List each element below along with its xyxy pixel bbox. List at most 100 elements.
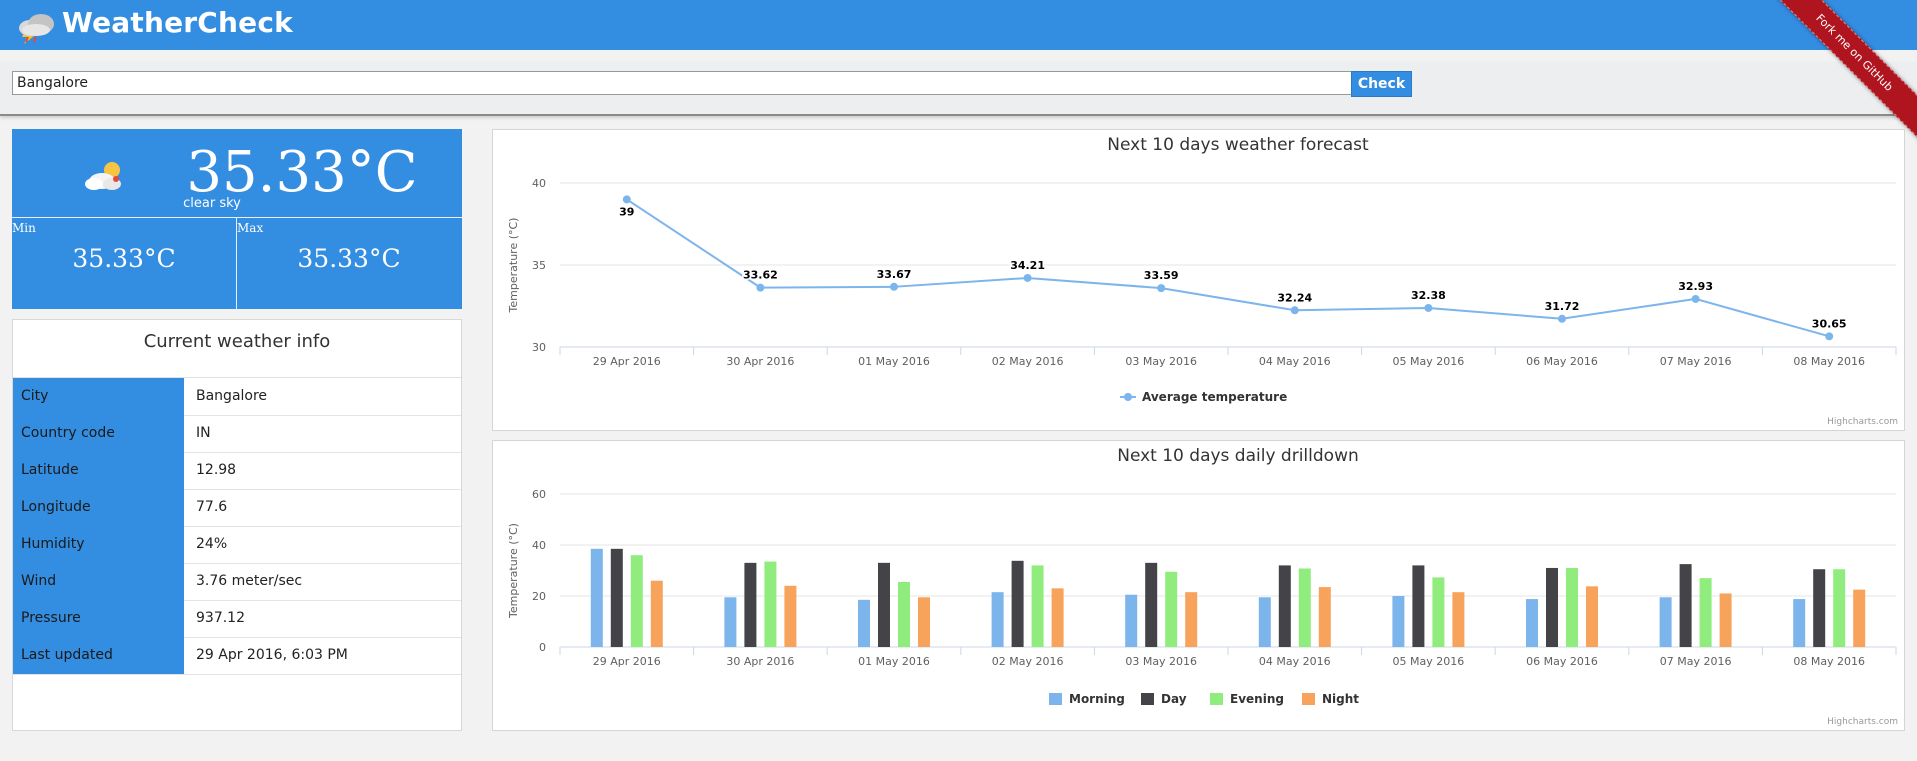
bar-evening — [1298, 568, 1311, 647]
info-row-value: 24% — [196, 536, 228, 552]
legend-item-average-temperature: Average temperature — [1142, 390, 1287, 404]
data-point — [1157, 284, 1166, 293]
bar-day — [744, 562, 757, 647]
legend-symbol-morning — [1049, 693, 1062, 705]
min-temperature: 35.33°C — [72, 244, 176, 273]
info-row-value: 937.12 — [196, 610, 245, 626]
info-row: Wind 3.76 meter/sec — [13, 563, 461, 601]
divider — [12, 217, 462, 218]
data-point — [622, 195, 631, 204]
legend-symbol-day — [1141, 693, 1154, 705]
data-point — [1424, 303, 1433, 312]
legend-symbol-evening — [1210, 693, 1223, 705]
info-row-value: IN — [196, 425, 211, 441]
bar-evening — [630, 555, 643, 647]
bar-morning — [858, 599, 870, 647]
forecast-line-chart: Next 10 days weather forecast 30 35 40 Tempe… — [492, 129, 1905, 431]
data-label: 32.38 — [1411, 289, 1446, 302]
x-tick-label: 07 May 2016 — [1660, 655, 1732, 668]
sun-behind-cloud-icon — [85, 162, 121, 190]
bar-day — [1546, 567, 1558, 647]
bar-evening — [764, 561, 777, 647]
github-ribbon[interactable]: Fork me on GitHub — [1767, 0, 1917, 150]
forecast-line-chart-svg: Next 10 days weather forecast 30 35 40 Tempe… — [507, 135, 1898, 427]
bar-morning — [1392, 596, 1405, 647]
city-search-input[interactable] — [12, 71, 1352, 95]
bar-night — [1185, 592, 1198, 647]
x-tick-label: 03 May 2016 — [1125, 355, 1197, 368]
credits-label: Highcharts.com — [1827, 717, 1898, 727]
min-label: Min — [12, 221, 36, 235]
bar-morning — [590, 548, 603, 647]
data-point — [1023, 273, 1032, 282]
bar-evening — [1833, 569, 1846, 647]
credits-label: Highcharts.com — [1827, 417, 1898, 427]
y-tick-label: 0 — [539, 641, 546, 654]
info-row: Longitude 77.6 — [13, 489, 461, 527]
info-row-key: Wind — [13, 563, 184, 600]
info-row: Last updated 29 Apr 2016, 6:03 PM — [13, 637, 461, 675]
info-row: Country code IN — [13, 415, 461, 453]
x-tick-label: 05 May 2016 — [1393, 355, 1465, 368]
current-weather-summary: 35.33°C clear sky Min 35.33°C Max 35.33°… — [12, 129, 462, 309]
legend-item-night: Night — [1322, 692, 1359, 706]
current-weather-info-panel: Current weather info City Bangalore Countr… — [12, 319, 462, 731]
bar-day — [610, 548, 623, 647]
x-tick-label: 02 May 2016 — [992, 655, 1064, 668]
x-tick-label: 30 Apr 2016 — [726, 655, 794, 668]
app-header: WeatherCheck — [0, 0, 1917, 50]
y-axis-title: Temperature (°C) — [507, 218, 520, 314]
x-tick-label: 06 May 2016 — [1526, 655, 1598, 668]
data-label: 32.24 — [1277, 291, 1312, 304]
legend-item-day: Day — [1161, 692, 1187, 706]
data-point — [756, 283, 765, 292]
bar-morning — [1125, 594, 1138, 647]
series-line-average-temperature — [626, 198, 1830, 338]
bar-morning — [1258, 597, 1271, 647]
y-tick-label: 20 — [532, 590, 546, 603]
info-row: Humidity 24% — [13, 526, 461, 564]
bar-morning — [1526, 599, 1538, 647]
max-temperature: 35.33°C — [297, 244, 401, 273]
bar-day — [1011, 560, 1024, 647]
y-tick-label: 30 — [532, 341, 546, 354]
info-row-value: Bangalore — [196, 388, 268, 404]
info-row-value: 12.98 — [196, 462, 237, 478]
bar-day — [1412, 565, 1425, 647]
app-title: WeatherCheck — [62, 6, 293, 39]
data-point — [890, 282, 898, 291]
data-label: 33.59 — [1144, 269, 1179, 282]
bar-evening — [1432, 577, 1445, 647]
x-tick-label: 29 Apr 2016 — [593, 355, 661, 368]
y-tick-label: 60 — [532, 488, 546, 501]
bar-evening — [898, 581, 910, 647]
bar-night — [1853, 589, 1866, 647]
bar-day — [878, 562, 890, 647]
info-row-key: Country code — [13, 415, 184, 452]
legend-item-evening: Evening — [1230, 692, 1284, 706]
bar-day — [1679, 564, 1692, 647]
data-label: 32.93 — [1678, 280, 1713, 293]
x-tick-label: 01 May 2016 — [858, 355, 930, 368]
data-point — [1290, 306, 1299, 315]
y-tick-label: 40 — [532, 177, 546, 190]
y-tick-label: 40 — [532, 539, 546, 552]
data-label: 33.67 — [877, 268, 912, 281]
info-row-key: Last updated — [13, 637, 184, 674]
check-button[interactable]: Check — [1351, 71, 1412, 97]
legend-symbol-night — [1302, 693, 1315, 705]
info-row-key: Humidity — [13, 526, 184, 563]
bar-night — [784, 585, 797, 647]
data-point — [1825, 332, 1834, 341]
x-tick-label: 06 May 2016 — [1526, 355, 1598, 368]
info-row-value: 77.6 — [196, 499, 228, 515]
x-tick-label: 05 May 2016 — [1393, 655, 1465, 668]
bar-night — [1318, 587, 1331, 647]
info-row-key: City — [13, 378, 184, 415]
bar-evening — [1699, 578, 1712, 647]
x-tick-label: 04 May 2016 — [1259, 655, 1331, 668]
github-ribbon-link[interactable]: Fork me on GitHub — [1767, 0, 1917, 145]
info-row-value: 3.76 meter/sec — [196, 573, 303, 589]
bar-morning — [991, 592, 1004, 647]
y-tick-label: 35 — [532, 259, 546, 272]
